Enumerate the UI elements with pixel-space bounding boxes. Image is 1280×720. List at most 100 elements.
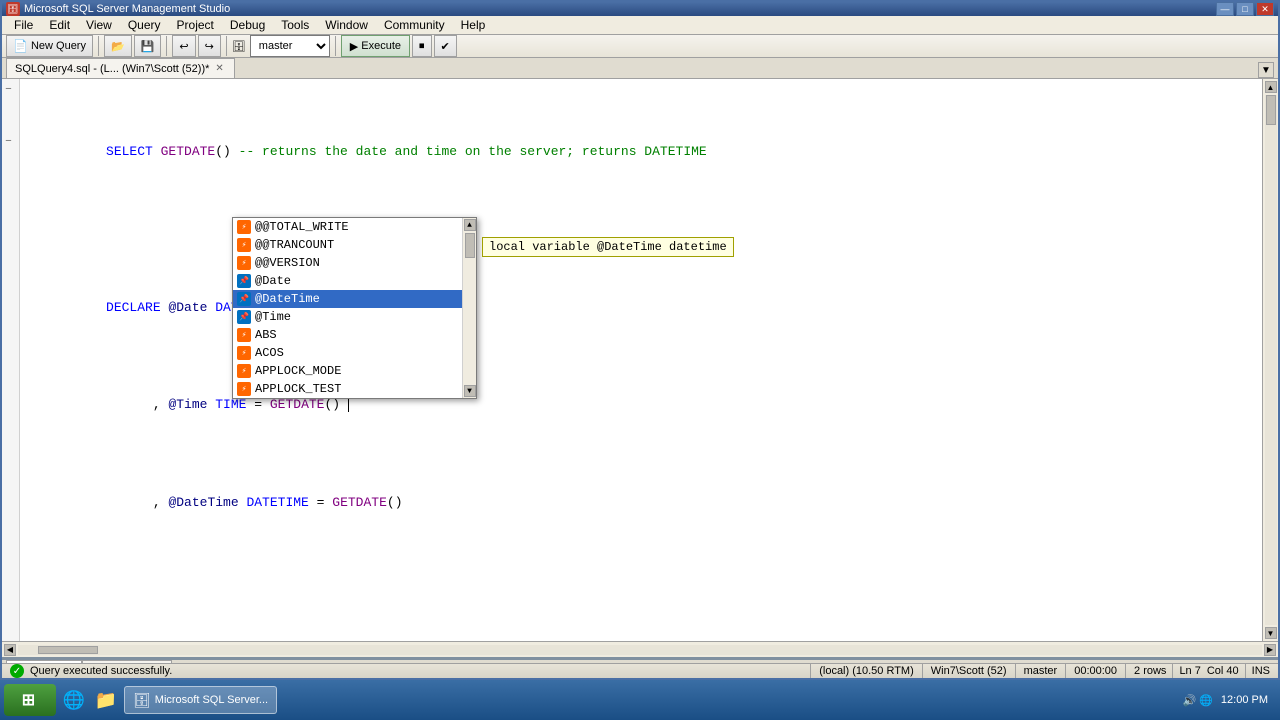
menu-file[interactable]: File	[6, 16, 41, 34]
ssms-taskbar-icon: 🗄	[133, 692, 151, 709]
ac-icon-5: 📌	[237, 310, 251, 324]
new-query-button[interactable]: 📄 New Query	[6, 35, 93, 57]
title-bar-controls: — □ ✕	[1216, 2, 1274, 16]
new-query-icon: 📄	[13, 39, 28, 53]
maximize-button[interactable]: □	[1236, 2, 1254, 16]
code-line-6	[28, 571, 1254, 591]
menu-debug[interactable]: Debug	[222, 16, 273, 34]
taskbar-folder-icon[interactable]: 📁	[92, 686, 120, 714]
scroll-thumb[interactable]	[1266, 95, 1276, 125]
autocomplete-dropdown[interactable]: ⚡ @@TOTAL_WRITE ⚡ @@TRANCOUNT ⚡ @@VERSIO…	[232, 217, 477, 399]
menu-edit[interactable]: Edit	[41, 16, 78, 34]
minimize-button[interactable]: —	[1216, 2, 1234, 16]
window-title: Microsoft SQL Server Management Studio	[24, 3, 230, 15]
menu-project[interactable]: Project	[169, 16, 222, 34]
scroll-down-btn[interactable]: ▼	[1265, 627, 1277, 639]
ac-item-date[interactable]: 📌 @Date	[233, 272, 476, 290]
ac-item-time[interactable]: 📌 @Time	[233, 308, 476, 326]
status-sep-3	[1015, 664, 1016, 678]
horizontal-scrollbar[interactable]: ◀ ▶	[2, 641, 1278, 657]
query-tab[interactable]: SQLQuery4.sql - (L... (Win7\Scott (52))*…	[6, 58, 235, 78]
editor-scrollbar[interactable]: ▲ ▼	[1262, 79, 1278, 641]
var-time: @Time	[168, 397, 215, 412]
ac-item-applock-mode[interactable]: ⚡ APPLOCK_MODE	[233, 362, 476, 380]
kw-declare: DECLARE	[106, 300, 168, 315]
status-bar: ✓ Query executed successfully. (local) (…	[2, 663, 1278, 678]
scroll-up-btn[interactable]: ▲	[1265, 81, 1277, 93]
status-success-icon: ✓	[10, 664, 24, 678]
collapse-btn-1[interactable]: −	[5, 83, 11, 95]
ac-text-8: APPLOCK_MODE	[255, 364, 341, 378]
scroll-right-btn-h[interactable]: ▶	[1264, 644, 1276, 656]
ac-item-datetime[interactable]: 📌 @DateTime	[233, 290, 476, 308]
query-tab-bar: SQLQuery4.sql - (L... (Win7\Scott (52))*…	[2, 58, 1278, 79]
menu-tools[interactable]: Tools	[273, 16, 317, 34]
status-sep-2	[922, 664, 923, 678]
editor-area: − − SELECT GETDATE() -- returns the date…	[2, 79, 1278, 657]
collapse-column: − −	[2, 79, 20, 641]
query-tab-close[interactable]: ✕	[215, 63, 223, 74]
close-button[interactable]: ✕	[1256, 2, 1274, 16]
ac-scrollbar[interactable]: ▲ ▼	[462, 218, 476, 398]
start-button[interactable]: ⊞	[4, 684, 56, 716]
taskbar-ie-icon[interactable]: 🌐	[60, 686, 88, 714]
redo-button[interactable]: ↪	[198, 35, 221, 57]
ac-item-version[interactable]: ⚡ @@VERSION	[233, 254, 476, 272]
tab-nav-button[interactable]: ▼	[1258, 62, 1274, 78]
code-line-7: SELECT @Date, @Time, @DateTime	[28, 629, 1254, 641]
menu-view[interactable]: View	[78, 16, 120, 34]
ac-item-total-write[interactable]: ⚡ @@TOTAL_WRITE	[233, 218, 476, 236]
status-rows: 2 rows	[1134, 665, 1166, 677]
code-editor[interactable]: SELECT GETDATE() -- returns the date and…	[20, 79, 1262, 641]
query-tab-label: SQLQuery4.sql - (L... (Win7\Scott (52))*	[15, 63, 209, 75]
ac-scroll-thumb[interactable]	[465, 233, 475, 258]
execute-icon: ▶	[350, 40, 358, 53]
ac-item-trancount[interactable]: ⚡ @@TRANCOUNT	[233, 236, 476, 254]
menu-window[interactable]: Window	[317, 16, 376, 34]
taskbar-time: 12:00 PM	[1221, 694, 1268, 706]
status-server: (local) (10.50 RTM)	[819, 665, 914, 677]
open-button[interactable]: 📂	[104, 35, 132, 57]
code-line-3: DECLARE @Date DATE = GETDATE()	[28, 278, 1254, 337]
status-sep-7	[1245, 664, 1246, 678]
execute-button[interactable]: ▶ Execute	[341, 35, 410, 57]
ac-icon-4: 📌	[237, 292, 251, 306]
status-mode: INS	[1252, 665, 1270, 677]
code-line-4: , @Time TIME = GETDATE()	[28, 376, 1254, 435]
fn-getdate-3: GETDATE	[270, 397, 325, 412]
status-time: 00:00:00	[1074, 665, 1117, 677]
kw-time-type: TIME	[215, 397, 246, 412]
system-tray: 🔊 🌐 12:00 PM	[1182, 694, 1276, 707]
database-selector[interactable]: master	[250, 35, 330, 57]
database-label: 🗄	[232, 40, 246, 53]
ac-item-applock-test[interactable]: ⚡ APPLOCK_TEST	[233, 380, 476, 398]
status-user: Win7\Scott (52)	[931, 665, 1007, 677]
ssms-taskbar-label: Microsoft SQL Server...	[155, 694, 268, 706]
h-scroll-thumb[interactable]	[38, 646, 98, 654]
menu-bar: File Edit View Query Project Debug Tools…	[2, 16, 1278, 35]
menu-community[interactable]: Community	[376, 16, 453, 34]
scroll-left-btn[interactable]: ◀	[4, 644, 16, 656]
ac-item-acos[interactable]: ⚡ ACOS	[233, 344, 476, 362]
taskbar-ssms-button[interactable]: 🗄 Microsoft SQL Server...	[124, 686, 277, 714]
undo-button[interactable]: ↩	[172, 35, 195, 57]
ac-item-abs[interactable]: ⚡ ABS	[233, 326, 476, 344]
collapse-btn-2[interactable]: −	[5, 135, 11, 147]
stop-button[interactable]: ⏹	[412, 35, 432, 57]
title-bar-left: 🗄 Microsoft SQL Server Management Studio	[6, 2, 230, 16]
save-button[interactable]: 💾	[134, 35, 162, 57]
status-database: master	[1024, 665, 1058, 677]
menu-query[interactable]: Query	[120, 16, 169, 34]
ac-text-9: APPLOCK_TEST	[255, 382, 341, 396]
ac-text-1: @@TRANCOUNT	[255, 238, 334, 252]
scroll-track	[1265, 95, 1277, 625]
ac-scroll-up[interactable]: ▲	[464, 219, 476, 231]
ac-scroll-down[interactable]: ▼	[464, 385, 476, 397]
execute-label: Execute	[361, 40, 401, 52]
ac-icon-6: ⚡	[237, 328, 251, 342]
menu-help[interactable]: Help	[453, 16, 494, 34]
code-line-5: , @DateTime DATETIME = GETDATE()	[28, 473, 1254, 532]
ac-icon-9: ⚡	[237, 382, 251, 396]
parse-button[interactable]: ✔	[434, 35, 457, 57]
ac-text-7: ACOS	[255, 346, 284, 360]
